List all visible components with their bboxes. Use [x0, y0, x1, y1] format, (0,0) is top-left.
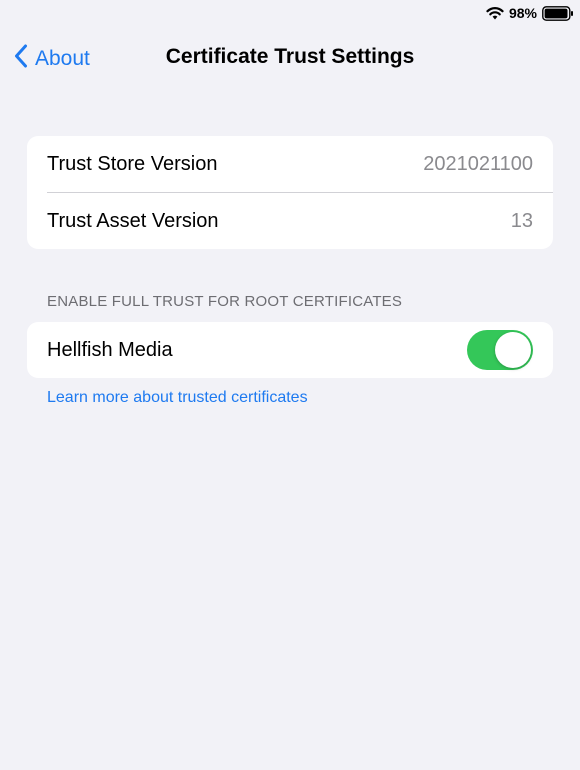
- section-header: ENABLE FULL TRUST FOR ROOT CERTIFICATES: [47, 293, 403, 310]
- row-label: Trust Store Version: [47, 152, 218, 175]
- certificate-row-hellfish-media: Hellfish Media: [27, 322, 553, 378]
- battery-icon: [542, 5, 574, 21]
- root-certificates-group: Hellfish Media: [27, 322, 553, 378]
- row-value: 2021021100: [423, 152, 533, 175]
- toggle-knob: [495, 332, 531, 368]
- battery-percentage: 98%: [508, 5, 537, 21]
- trust-asset-version-row: Trust Asset Version 13: [27, 193, 553, 249]
- trust-store-version-row: Trust Store Version 2021021100: [27, 136, 553, 192]
- row-label: Trust Asset Version: [47, 209, 219, 232]
- learn-more-link[interactable]: Learn more about trusted certificates: [47, 389, 308, 407]
- full-trust-toggle[interactable]: [467, 330, 533, 370]
- page-title: Certificate Trust Settings: [165, 45, 415, 68]
- status-bar: 98%: [486, 0, 580, 26]
- navigation-bar: About Certificate Trust Settings: [0, 36, 580, 82]
- version-info-group: Trust Store Version 2021021100 Trust Ass…: [27, 136, 553, 249]
- wifi-icon: [486, 6, 504, 20]
- row-value: 13: [510, 209, 533, 232]
- certificate-label: Hellfish Media: [47, 338, 173, 361]
